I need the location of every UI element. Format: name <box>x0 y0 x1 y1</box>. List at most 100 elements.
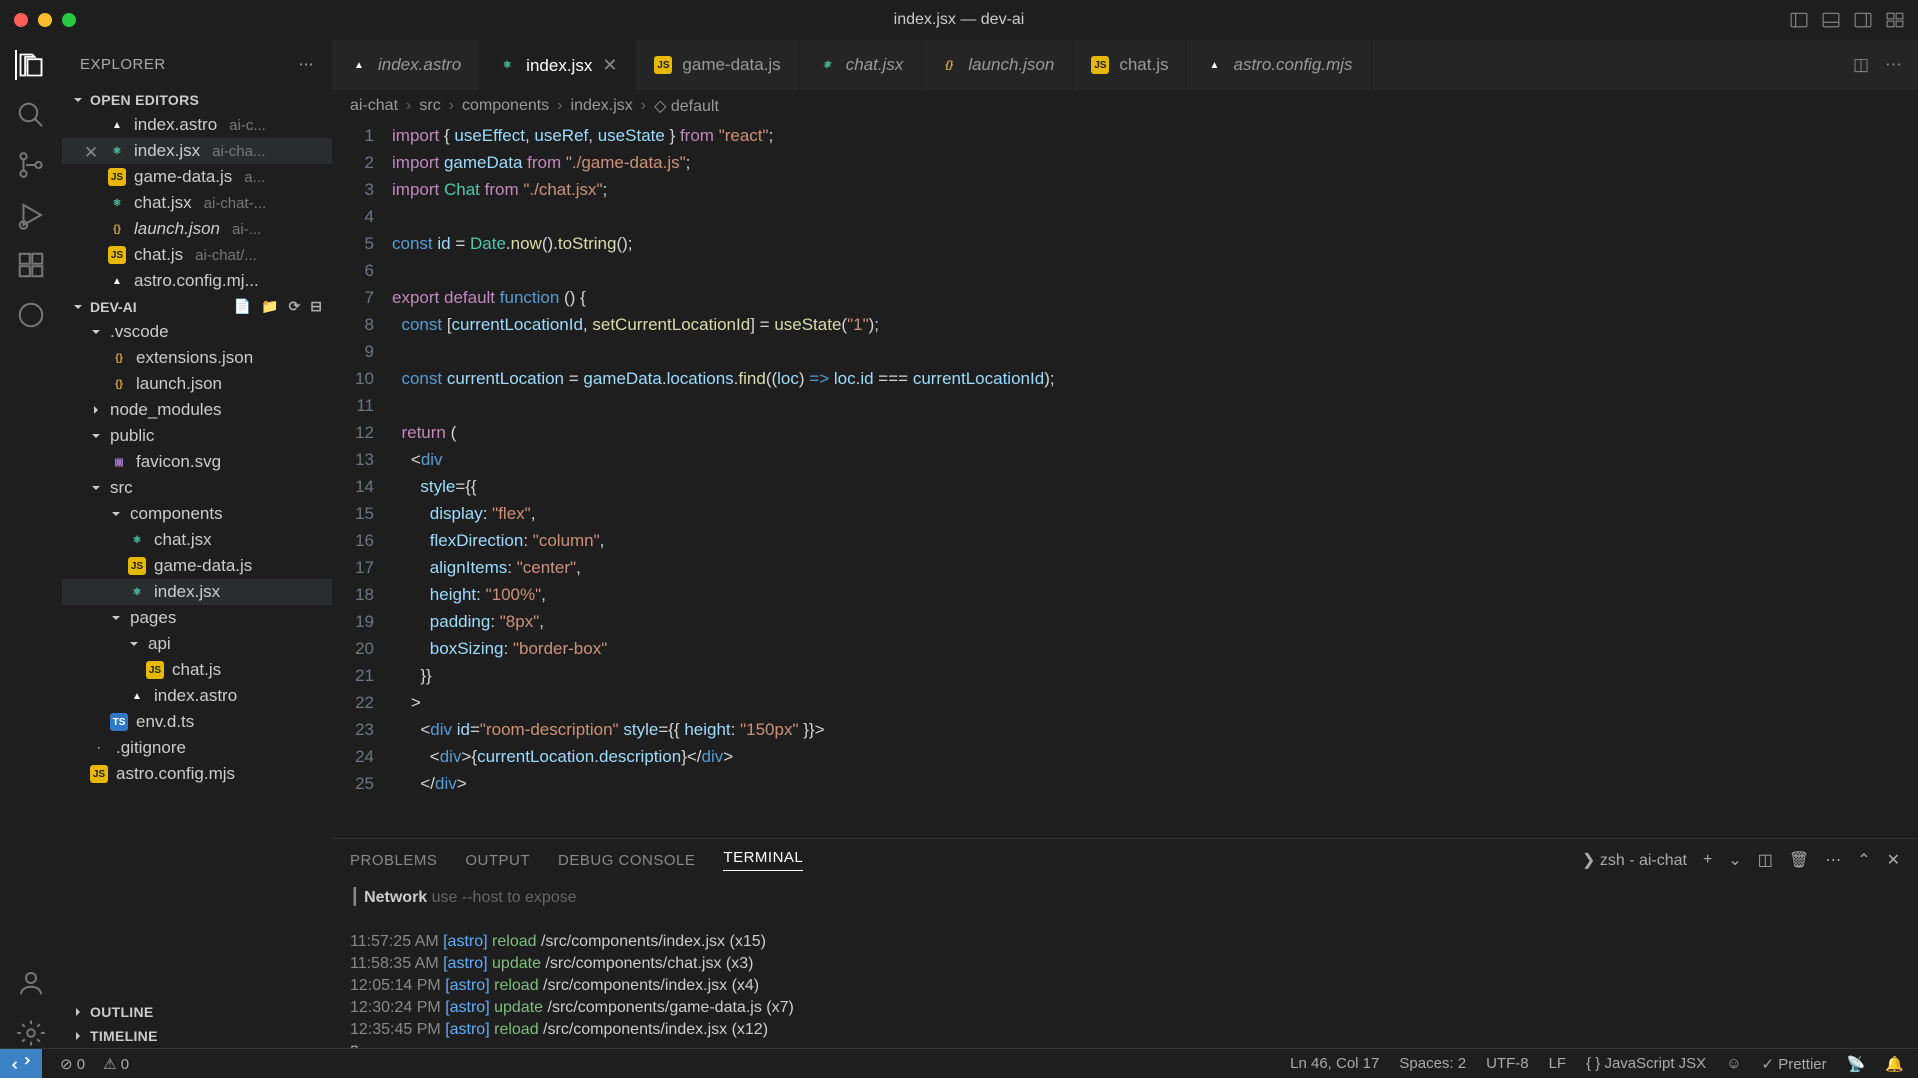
terminal-shell[interactable]: ❯ zsh - ai-chat <box>1582 850 1687 870</box>
panel-tab[interactable]: PROBLEMS <box>350 852 437 869</box>
editor-tab[interactable]: {}launch.json <box>922 40 1073 90</box>
explorer-icon[interactable] <box>15 50 45 80</box>
status-encoding[interactable]: UTF-8 <box>1486 1055 1529 1073</box>
close-icon[interactable]: ✕ <box>602 55 617 76</box>
breadcrumbs[interactable]: ai-chat›src›components›index.jsx›◇ defau… <box>332 90 1918 122</box>
split-editor-icon[interactable]: ◫ <box>1853 55 1869 75</box>
panel-tab[interactable]: DEBUG CONSOLE <box>558 852 695 869</box>
panel-bottom-icon[interactable] <box>1822 11 1840 29</box>
open-editors-header[interactable]: OPEN EDITORS <box>62 88 332 112</box>
kill-terminal-icon[interactable]: 🗑 <box>1789 850 1809 870</box>
panel-tab[interactable]: OUTPUT <box>465 852 530 869</box>
panel-tabs: PROBLEMS OUTPUT DEBUG CONSOLE TERMINAL ❯ zsh… <box>332 839 1918 881</box>
maximize-panel-icon[interactable]: ⌃ <box>1857 850 1870 870</box>
minimize-window[interactable] <box>38 13 52 27</box>
breadcrumb-item[interactable]: ◇ default <box>654 96 719 116</box>
customize-layout-icon[interactable] <box>1886 11 1904 29</box>
status-feedback-icon[interactable]: ☺ <box>1726 1055 1741 1073</box>
terminal-dropdown-icon[interactable]: ⌄ <box>1728 850 1741 870</box>
timeline-header[interactable]: TIMELINE <box>62 1024 332 1048</box>
status-errors[interactable]: ⊘ 0 <box>60 1055 85 1073</box>
close-panel-icon[interactable]: ✕ <box>1887 850 1900 870</box>
tree-file[interactable]: JSgame-data.js <box>62 553 332 579</box>
panel-tab[interactable]: TERMINAL <box>723 849 803 871</box>
breadcrumb-item[interactable]: index.jsx <box>571 97 633 115</box>
more-icon[interactable]: ⋯ <box>1885 55 1902 75</box>
new-folder-icon[interactable]: 📁 <box>261 298 278 315</box>
open-editor-item[interactable]: ✕JSgame-data.jsa... <box>62 164 332 190</box>
editor-tab[interactable]: ▲index.astro <box>332 40 480 90</box>
chevron-down-icon <box>72 94 84 106</box>
tree-file[interactable]: ⚛chat.jsx <box>62 527 332 553</box>
collapse-icon[interactable]: ⊟ <box>310 298 322 315</box>
editor-tab[interactable]: JSgame-data.js <box>636 40 799 90</box>
close-window[interactable] <box>14 13 28 27</box>
explorer-more-icon[interactable]: ⋯ <box>299 55 315 73</box>
remote-indicator[interactable] <box>0 1049 42 1078</box>
status-eol[interactable]: LF <box>1549 1055 1567 1073</box>
tree-folder[interactable]: api <box>62 631 332 657</box>
editor-tab[interactable]: ⚛index.jsx✕ <box>480 40 636 90</box>
tree-folder[interactable]: src <box>62 475 332 501</box>
close-icon[interactable]: ✕ <box>84 143 100 159</box>
tree-file[interactable]: ·.gitignore <box>62 735 332 761</box>
tree-file[interactable]: {}launch.json <box>62 371 332 397</box>
open-editor-item[interactable]: ✕⚛index.jsxai-cha... <box>62 138 332 164</box>
status-warnings[interactable]: ⚠ 0 <box>103 1055 129 1073</box>
outline-header[interactable]: OUTLINE <box>62 1000 332 1024</box>
search-icon[interactable] <box>16 100 46 130</box>
editor-tab[interactable]: JSchat.js <box>1073 40 1187 90</box>
new-file-icon[interactable]: 📄 <box>234 298 251 315</box>
maximize-window[interactable] <box>62 13 76 27</box>
tree-file[interactable]: ▲index.astro <box>62 683 332 709</box>
terminal[interactable]: ┃ Network use --host to expose11:57:25 A… <box>332 881 1918 1048</box>
split-terminal-icon[interactable]: ◫ <box>1758 850 1773 870</box>
tree-folder[interactable]: components <box>62 501 332 527</box>
account-icon[interactable] <box>16 968 46 998</box>
code-editor[interactable]: 1234567891011121314151617181920212223242… <box>332 122 1918 838</box>
status-language[interactable]: { } JavaScript JSX <box>1586 1055 1706 1073</box>
open-editor-item[interactable]: ✕⚛chat.jsxai-chat-... <box>62 190 332 216</box>
open-editor-item[interactable]: ✕▲astro.config.mj... <box>62 268 332 294</box>
project-header[interactable]: DEV-AI 📄 📁 ⟳ ⊟ <box>62 294 332 319</box>
tree-file[interactable]: ▣favicon.svg <box>62 449 332 475</box>
source-control-icon[interactable] <box>16 150 46 180</box>
tree-folder[interactable]: node_modules <box>62 397 332 423</box>
status-prettier[interactable]: ✓ Prettier <box>1762 1055 1827 1073</box>
chevron-right-icon <box>72 1030 84 1042</box>
breadcrumb-item[interactable]: src <box>419 97 440 115</box>
status-cursor[interactable]: Ln 46, Col 17 <box>1290 1055 1379 1073</box>
settings-gear-icon[interactable] <box>16 1018 46 1048</box>
status-spaces[interactable]: Spaces: 2 <box>1399 1055 1466 1073</box>
status-bell-icon[interactable]: 🔔 <box>1885 1055 1904 1073</box>
run-debug-icon[interactable] <box>16 200 46 230</box>
editor-tab[interactable]: ▲astro.config.mjs <box>1187 40 1371 90</box>
tree-folder[interactable]: public <box>62 423 332 449</box>
tree-file[interactable]: {}extensions.json <box>62 345 332 371</box>
open-editor-item[interactable]: ✕JSchat.jsai-chat/... <box>62 242 332 268</box>
refresh-icon[interactable]: ⟳ <box>289 298 301 315</box>
breadcrumb-item[interactable]: components <box>462 97 549 115</box>
panel-left-icon[interactable] <box>1790 11 1808 29</box>
tree-file[interactable]: ⚛index.jsx <box>62 579 332 605</box>
tab-bar: ▲index.astro⚛index.jsx✕JSgame-data.js⚛ch… <box>332 40 1918 90</box>
tree-file[interactable]: TSenv.d.ts <box>62 709 332 735</box>
new-terminal-icon[interactable]: + <box>1703 851 1712 869</box>
open-editor-item[interactable]: ✕{}launch.jsonai-... <box>62 216 332 242</box>
activity-bar <box>0 40 62 1048</box>
extensions-icon[interactable] <box>16 250 46 280</box>
tree-file[interactable]: JSastro.config.mjs <box>62 761 332 787</box>
more-icon[interactable]: ⋯ <box>1825 850 1841 870</box>
panel-right-icon[interactable] <box>1854 11 1872 29</box>
tree-folder[interactable]: .vscode <box>62 319 332 345</box>
code-body[interactable]: import { useEffect, useRef, useState } f… <box>392 122 1918 838</box>
tree-file[interactable]: JSchat.js <box>62 657 332 683</box>
editor-tab[interactable]: ⚛chat.jsx <box>800 40 923 90</box>
breadcrumb-item[interactable]: ai-chat <box>350 97 398 115</box>
edge-icon[interactable] <box>16 300 46 330</box>
sidebar: EXPLORER ⋯ OPEN EDITORS ✕▲index.astroai-… <box>62 40 332 1048</box>
tree-folder[interactable]: pages <box>62 605 332 631</box>
open-editor-item[interactable]: ✕▲index.astroai-c... <box>62 112 332 138</box>
layout-controls <box>1790 11 1904 29</box>
status-live-icon[interactable]: 📡 <box>1847 1055 1866 1073</box>
